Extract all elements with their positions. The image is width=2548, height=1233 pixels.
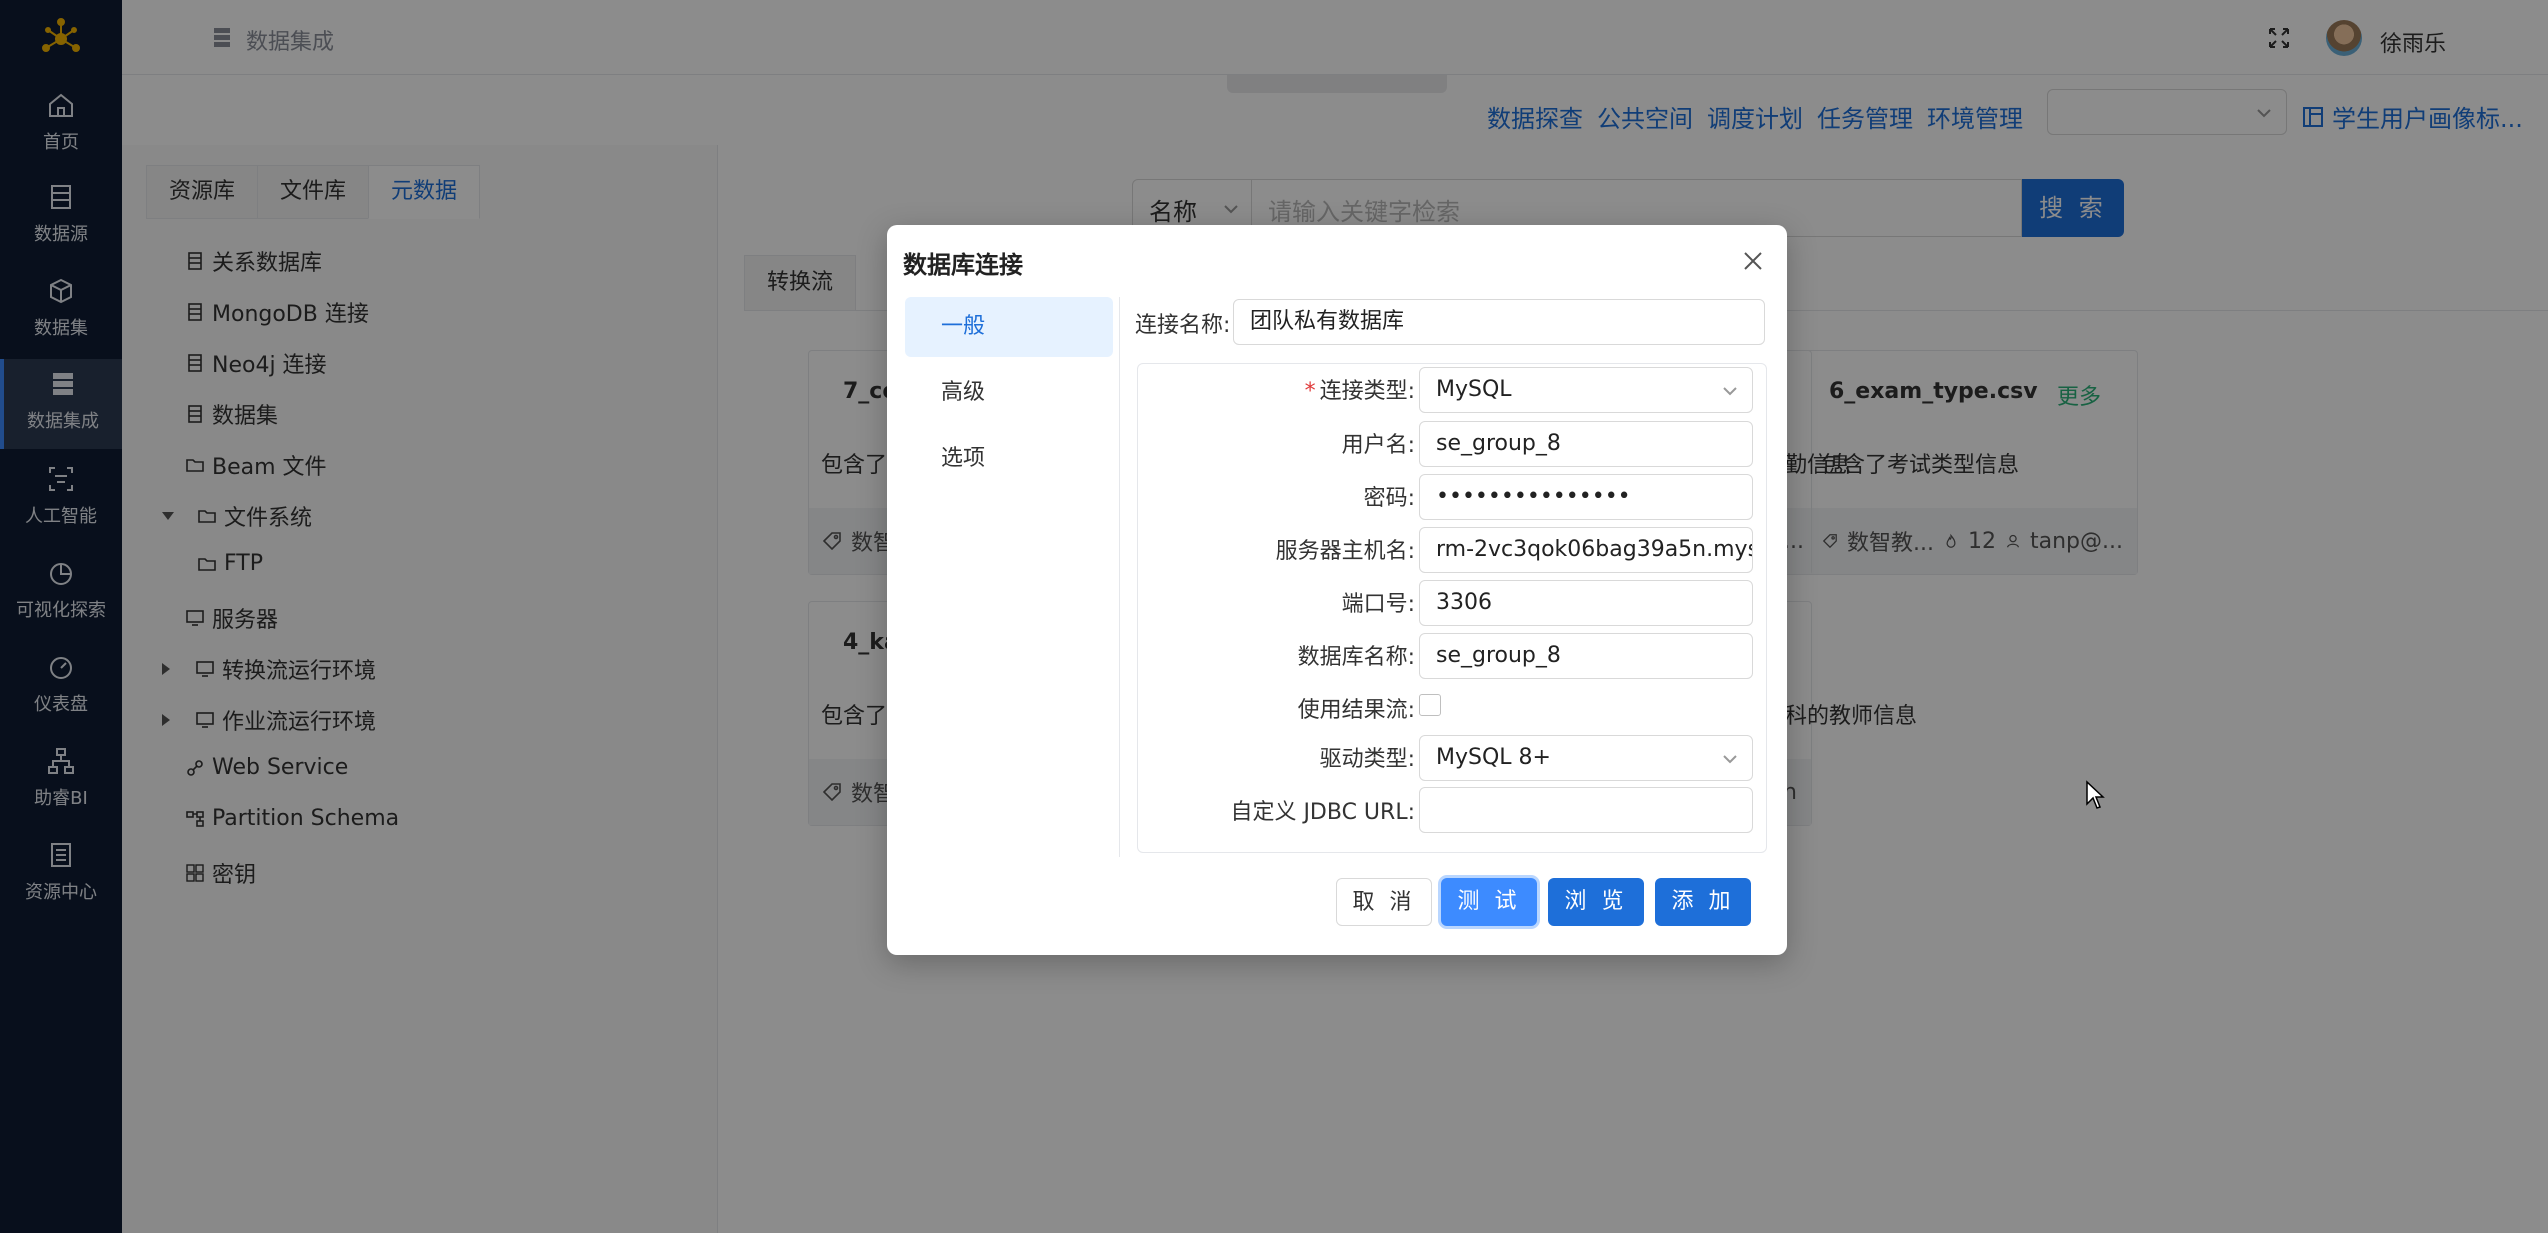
chevron-down-icon [1723, 755, 1737, 764]
port-input[interactable]: 3306 [1419, 580, 1753, 626]
driver-type-label: 驱动类型: [1319, 747, 1415, 772]
connection-type-select[interactable]: MySQL [1419, 367, 1753, 413]
password-label: 密码: [1363, 486, 1415, 511]
connection-type-label-text: 连接类型: [1319, 379, 1415, 404]
connection-name-input[interactable]: 团队私有数据库 [1233, 299, 1765, 345]
database-name-label: 数据库名称: [1297, 645, 1415, 670]
connection-name-label: 连接名称: [1135, 313, 1231, 338]
use-result-stream-label: 使用结果流: [1297, 698, 1415, 723]
username-input[interactable]: se_group_8 [1419, 421, 1753, 467]
mouse-cursor-icon [2086, 780, 2105, 809]
host-label: 服务器主机名: [1275, 539, 1415, 564]
tab-advanced[interactable]: 高级 [905, 363, 1113, 423]
connection-type-value: MySQL [1436, 377, 1512, 402]
chevron-down-icon [1723, 387, 1737, 396]
browse-button[interactable]: 浏 览 [1548, 878, 1644, 926]
dialog-title: 数据库连接 [903, 251, 1023, 279]
database-name-input[interactable]: se_group_8 [1419, 633, 1753, 679]
driver-type-select[interactable]: MySQL 8+ [1419, 735, 1753, 781]
dialog-tabs: 一般 高级 选项 [905, 297, 1113, 495]
custom-jdbc-url-input[interactable] [1419, 787, 1753, 833]
close-icon[interactable] [1741, 249, 1765, 273]
username-label: 用户名: [1341, 433, 1415, 458]
port-label: 端口号: [1341, 592, 1415, 617]
add-button[interactable]: 添 加 [1655, 878, 1751, 926]
custom-jdbc-url-label: 自定义 JDBC URL: [1230, 800, 1415, 825]
tab-options[interactable]: 选项 [905, 429, 1113, 489]
test-button[interactable]: 测 试 [1441, 878, 1537, 926]
password-input[interactable]: ••••••••••••••• [1419, 474, 1753, 520]
use-result-stream-checkbox[interactable] [1419, 694, 1441, 716]
db-connection-dialog: 数据库连接 一般 高级 选项 连接名称: 团队私有数据库 * 连接类型: MySQ… [887, 225, 1787, 955]
tab-general[interactable]: 一般 [905, 297, 1113, 357]
connection-type-label: * 连接类型: [1304, 379, 1415, 404]
cancel-button[interactable]: 取 消 [1336, 878, 1432, 926]
driver-type-value: MySQL 8+ [1436, 745, 1551, 770]
host-input[interactable]: rm-2vc3qok06bag39a5n.mysql.c [1419, 527, 1753, 573]
dialog-divider [1119, 297, 1120, 857]
